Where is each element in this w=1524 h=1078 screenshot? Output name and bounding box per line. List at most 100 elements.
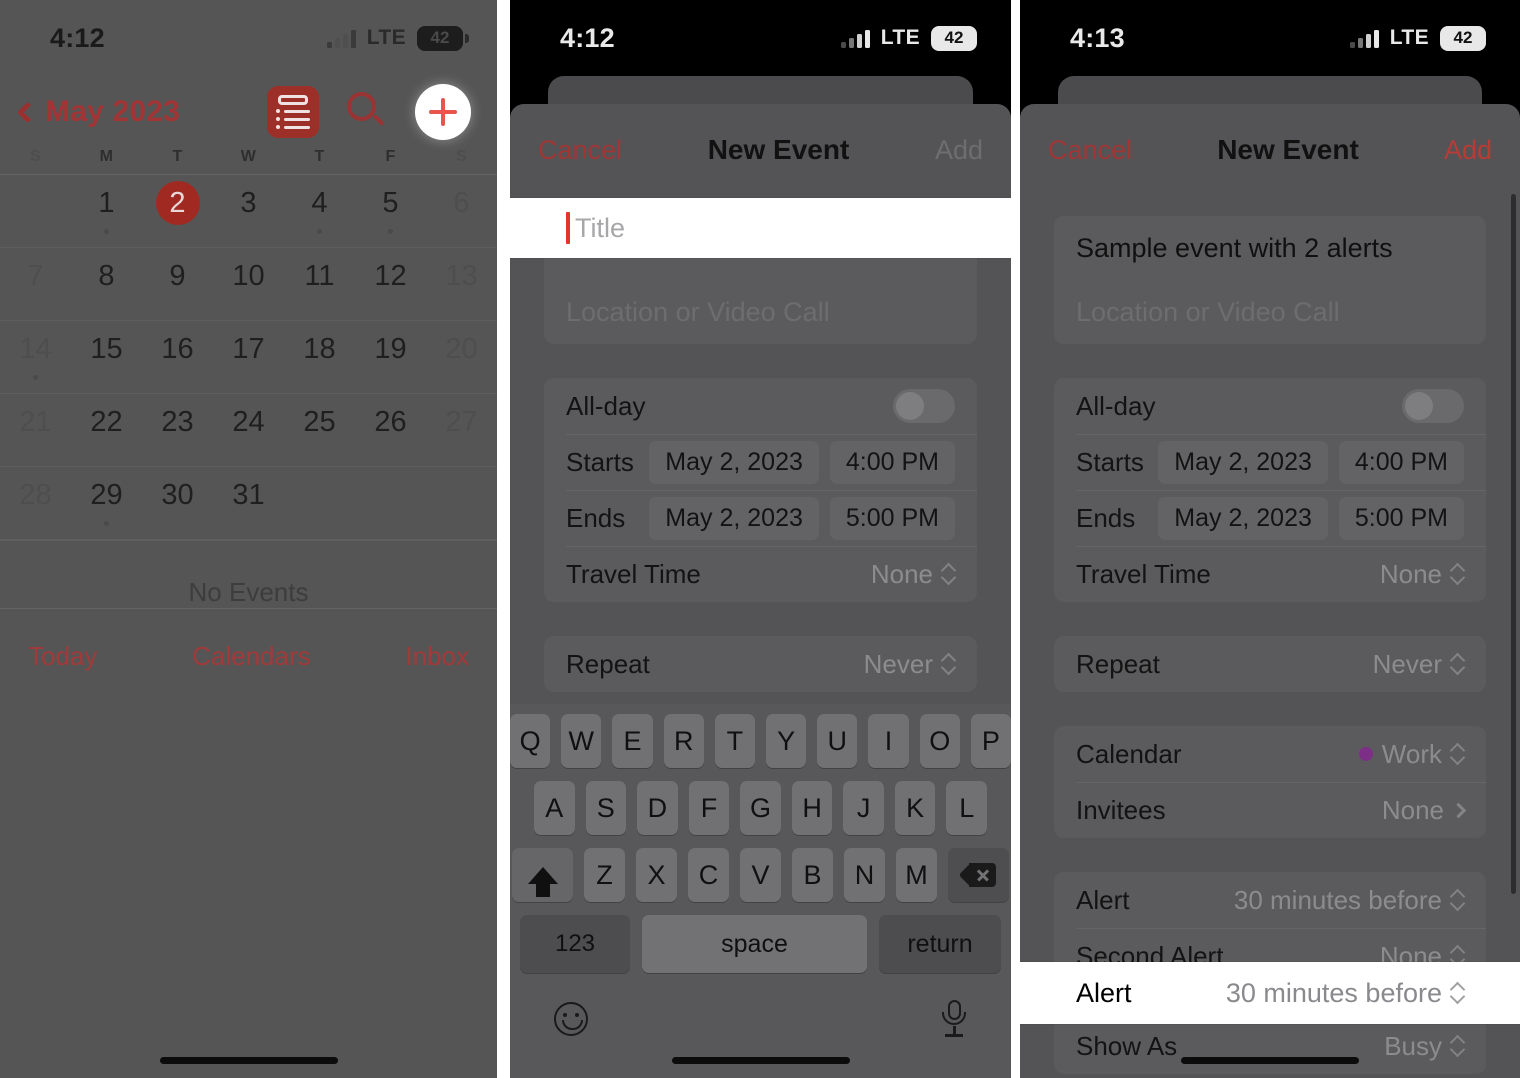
microphone-icon[interactable]: [941, 1000, 967, 1038]
shift-key[interactable]: [512, 848, 573, 902]
key-s[interactable]: S: [585, 781, 627, 835]
calendar-day-cell[interactable]: 15: [71, 321, 142, 394]
starts-time-value[interactable]: 4:00 PM: [829, 440, 955, 484]
calendar-day-cell[interactable]: 31: [213, 467, 284, 540]
highlighted-alert-row[interactable]: Alert 30 minutes before: [1020, 962, 1520, 1024]
starts-date-value[interactable]: May 2, 2023: [1158, 440, 1328, 484]
calendar-day-cell[interactable]: 2: [142, 175, 213, 248]
calendar-day-cell[interactable]: 11: [284, 248, 355, 321]
key-e[interactable]: E: [612, 714, 653, 768]
calendar-day-cell[interactable]: 9: [142, 248, 213, 321]
key-n[interactable]: N: [844, 848, 885, 902]
key-p[interactable]: P: [970, 714, 1011, 768]
inbox-button[interactable]: Inbox: [405, 641, 469, 672]
calendars-button[interactable]: Calendars: [192, 641, 311, 672]
show-as-row[interactable]: Show As Busy: [1054, 1018, 1486, 1074]
calendar-row[interactable]: Calendar Work: [1054, 726, 1486, 782]
repeat-row[interactable]: Repeat Never: [1054, 636, 1486, 692]
key-k[interactable]: K: [894, 781, 936, 835]
alert-row[interactable]: Alert 30 minutes before: [1054, 872, 1486, 928]
key-t[interactable]: T: [714, 714, 755, 768]
key-o[interactable]: O: [919, 714, 960, 768]
key-q[interactable]: Q: [510, 714, 551, 768]
ends-time-value[interactable]: 5:00 PM: [829, 496, 955, 540]
calendar-day-cell[interactable]: 27: [426, 394, 497, 467]
key-f[interactable]: F: [688, 781, 730, 835]
numbers-key[interactable]: 123: [520, 915, 630, 973]
calendar-day-cell[interactable]: 17: [213, 321, 284, 394]
location-input-row[interactable]: Location or Video Call: [1054, 280, 1486, 344]
return-key[interactable]: return: [879, 915, 1001, 973]
calendar-day-cell[interactable]: 25: [284, 394, 355, 467]
ends-row[interactable]: Ends May 2, 2023 5:00 PM: [544, 490, 977, 546]
travel-time-row[interactable]: Travel Time None: [1054, 546, 1486, 602]
key-y[interactable]: Y: [766, 714, 807, 768]
search-icon[interactable]: [345, 90, 389, 134]
ends-date-value[interactable]: May 2, 2023: [1158, 496, 1328, 540]
key-h[interactable]: H: [791, 781, 833, 835]
key-u[interactable]: U: [817, 714, 858, 768]
all-day-toggle[interactable]: [893, 389, 955, 423]
highlighted-title-field[interactable]: Title: [510, 198, 1011, 258]
calendar-day-cell[interactable]: 29: [71, 467, 142, 540]
cancel-button[interactable]: Cancel: [1048, 135, 1132, 166]
all-day-row[interactable]: All-day: [1054, 378, 1486, 434]
backspace-key[interactable]: [948, 848, 1009, 902]
all-day-toggle[interactable]: [1402, 389, 1464, 423]
emoji-icon[interactable]: [554, 1002, 588, 1036]
calendar-day-cell[interactable]: 6: [426, 175, 497, 248]
starts-row[interactable]: Starts May 2, 2023 4:00 PM: [544, 434, 977, 490]
calendar-day-cell[interactable]: 30: [142, 467, 213, 540]
cancel-button[interactable]: Cancel: [538, 135, 622, 166]
key-a[interactable]: A: [533, 781, 575, 835]
starts-time-value[interactable]: 4:00 PM: [1338, 440, 1464, 484]
calendar-day-cell[interactable]: 16: [142, 321, 213, 394]
calendar-day-cell[interactable]: 8: [71, 248, 142, 321]
calendar-day-cell[interactable]: 21: [0, 394, 71, 467]
key-m[interactable]: M: [896, 848, 937, 902]
calendar-day-cell[interactable]: 1: [71, 175, 142, 248]
calendar-day-cell[interactable]: 12: [355, 248, 426, 321]
calendar-day-cell[interactable]: 20: [426, 321, 497, 394]
calendar-day-cell[interactable]: 18: [284, 321, 355, 394]
calendar-day-cell[interactable]: 7: [0, 248, 71, 321]
starts-row[interactable]: Starts May 2, 2023 4:00 PM: [1054, 434, 1486, 490]
add-button[interactable]: Add: [935, 135, 983, 166]
key-d[interactable]: D: [637, 781, 678, 835]
key-i[interactable]: I: [868, 714, 909, 768]
add-event-button[interactable]: [415, 84, 471, 140]
ends-time-value[interactable]: 5:00 PM: [1338, 496, 1464, 540]
key-x[interactable]: X: [636, 848, 677, 902]
calendar-day-cell[interactable]: 4: [284, 175, 355, 248]
starts-date-value[interactable]: May 2, 2023: [649, 440, 819, 484]
all-day-row[interactable]: All-day: [544, 378, 977, 434]
location-input-row[interactable]: Location or Video Call: [544, 280, 977, 344]
key-z[interactable]: Z: [584, 848, 625, 902]
calendar-day-cell[interactable]: 13: [426, 248, 497, 321]
invitees-row[interactable]: Invitees None: [1054, 782, 1486, 838]
key-w[interactable]: W: [561, 714, 602, 768]
calendar-day-cell[interactable]: 22: [71, 394, 142, 467]
calendar-day-cell[interactable]: 19: [355, 321, 426, 394]
title-input-row[interactable]: Sample event with 2 alerts: [1054, 216, 1486, 280]
key-b[interactable]: B: [792, 848, 833, 902]
calendar-day-cell[interactable]: 24: [213, 394, 284, 467]
calendar-day-cell[interactable]: 26: [355, 394, 426, 467]
calendar-day-cell[interactable]: 14: [0, 321, 71, 394]
list-view-icon[interactable]: [267, 86, 319, 138]
key-l[interactable]: L: [946, 781, 988, 835]
travel-time-row[interactable]: Travel Time None: [544, 546, 977, 602]
today-button[interactable]: Today: [28, 641, 97, 672]
calendar-day-cell[interactable]: 23: [142, 394, 213, 467]
ends-date-value[interactable]: May 2, 2023: [649, 496, 819, 540]
ends-row[interactable]: Ends May 2, 2023 5:00 PM: [1054, 490, 1486, 546]
key-r[interactable]: R: [663, 714, 704, 768]
calendar-day-cell[interactable]: 3: [213, 175, 284, 248]
key-c[interactable]: C: [688, 848, 729, 902]
calendar-day-cell[interactable]: 10: [213, 248, 284, 321]
space-key[interactable]: space: [642, 915, 867, 973]
calendar-day-cell[interactable]: 5: [355, 175, 426, 248]
vertical-scrollbar[interactable]: [1511, 194, 1516, 894]
repeat-row[interactable]: Repeat Never: [544, 636, 977, 692]
key-j[interactable]: J: [843, 781, 884, 835]
